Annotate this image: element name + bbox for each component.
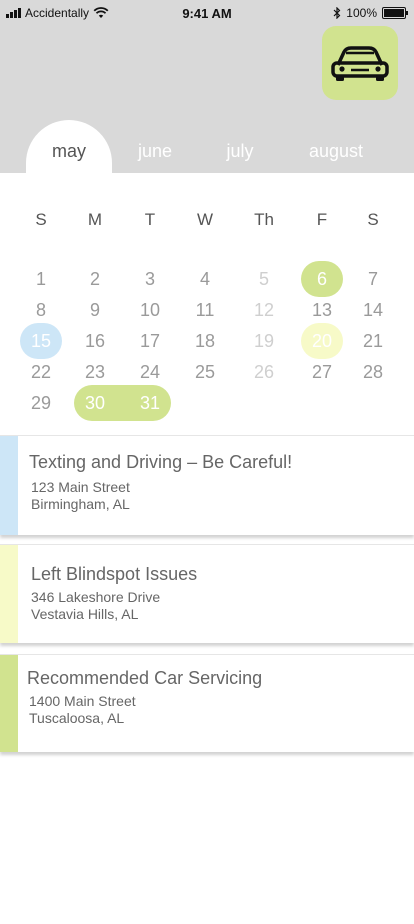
weekday-label: W bbox=[196, 210, 214, 229]
calendar-day[interactable]: 1 bbox=[21, 262, 61, 296]
calendar-day[interactable]: 9 bbox=[75, 293, 115, 327]
calendar-day[interactable]: 8 bbox=[21, 293, 61, 327]
event-color-bar bbox=[0, 545, 18, 643]
tab-july[interactable]: july bbox=[203, 120, 277, 173]
calendar-day[interactable]: 29 bbox=[21, 386, 61, 420]
weekday-label: S bbox=[367, 210, 379, 229]
calendar-day[interactable]: 28 bbox=[353, 355, 393, 389]
header: Accidentally 9:41 AM 100% may june july … bbox=[0, 0, 414, 173]
calendar-day[interactable]: 10 bbox=[130, 293, 170, 327]
calendar-day[interactable]: 25 bbox=[185, 355, 225, 389]
weekday-label: Th bbox=[254, 210, 274, 229]
tab-august[interactable]: august bbox=[295, 120, 377, 173]
battery-icon bbox=[382, 7, 408, 19]
calendar-day[interactable]: 2 bbox=[75, 262, 115, 296]
bluetooth-icon bbox=[333, 7, 341, 19]
car-icon bbox=[331, 46, 389, 81]
battery-percent: 100% bbox=[346, 6, 377, 20]
event-card[interactable]: Texting and Driving – Be Careful! 123 Mai… bbox=[0, 435, 414, 535]
calendar-day[interactable]: 31 bbox=[130, 386, 170, 420]
event-address: 1400 Main Street bbox=[29, 693, 136, 709]
calendar-day[interactable]: 15 bbox=[21, 324, 61, 358]
calendar-day[interactable]: 21 bbox=[353, 324, 393, 358]
calendar-day[interactable]: 19 bbox=[244, 324, 284, 358]
calendar-day[interactable]: 3 bbox=[130, 262, 170, 296]
weekday-label: F bbox=[316, 210, 328, 229]
weekday-label: S bbox=[35, 210, 47, 229]
weekday-label: M bbox=[87, 210, 103, 229]
calendar-day[interactable]: 11 bbox=[185, 293, 225, 327]
calendar-day[interactable]: 4 bbox=[185, 262, 225, 296]
calendar-day[interactable]: 17 bbox=[130, 324, 170, 358]
calendar-day[interactable]: 5 bbox=[244, 262, 284, 296]
calendar-day[interactable]: 7 bbox=[353, 262, 393, 296]
event-color-bar bbox=[0, 436, 18, 535]
calendar-day[interactable]: 12 bbox=[244, 293, 284, 327]
event-title: Texting and Driving – Be Careful! bbox=[29, 452, 293, 472]
event-title: Recommended Car Servicing bbox=[27, 668, 263, 688]
tab-may[interactable]: may bbox=[26, 120, 112, 173]
event-city: Tuscaloosa, AL bbox=[29, 710, 125, 726]
event-card[interactable]: Left Blindspot Issues 346 Lakeshore Drive… bbox=[0, 544, 414, 643]
calendar-day[interactable]: 26 bbox=[244, 355, 284, 389]
calendar-day[interactable]: 14 bbox=[353, 293, 393, 327]
calendar-day[interactable]: 23 bbox=[75, 355, 115, 389]
event-color-bar bbox=[0, 655, 18, 752]
tab-june[interactable]: june bbox=[118, 120, 192, 173]
event-title: Left Blindspot Issues bbox=[31, 564, 198, 584]
event-city: Birmingham, AL bbox=[31, 496, 130, 512]
weekday-label: T bbox=[144, 210, 156, 229]
car-button[interactable] bbox=[322, 26, 398, 100]
month-tabs: may june july august bbox=[0, 120, 414, 173]
event-address: 346 Lakeshore Drive bbox=[31, 589, 161, 605]
status-bar: Accidentally 9:41 AM 100% bbox=[0, 0, 414, 28]
event-card[interactable]: Recommended Car Servicing 1400 Main Stree… bbox=[0, 654, 414, 752]
calendar-day[interactable]: 24 bbox=[130, 355, 170, 389]
event-address: 123 Main Street bbox=[31, 479, 130, 495]
calendar-day[interactable]: 6 bbox=[302, 262, 342, 296]
calendar-day[interactable]: 18 bbox=[185, 324, 225, 358]
calendar-day[interactable]: 27 bbox=[302, 355, 342, 389]
calendar-day[interactable]: 30 bbox=[75, 386, 115, 420]
calendar-day[interactable]: 16 bbox=[75, 324, 115, 358]
calendar-day[interactable]: 13 bbox=[302, 293, 342, 327]
calendar-day[interactable]: 20 bbox=[302, 324, 342, 358]
calendar-day[interactable]: 22 bbox=[21, 355, 61, 389]
event-city: Vestavia Hills, AL bbox=[31, 606, 139, 622]
